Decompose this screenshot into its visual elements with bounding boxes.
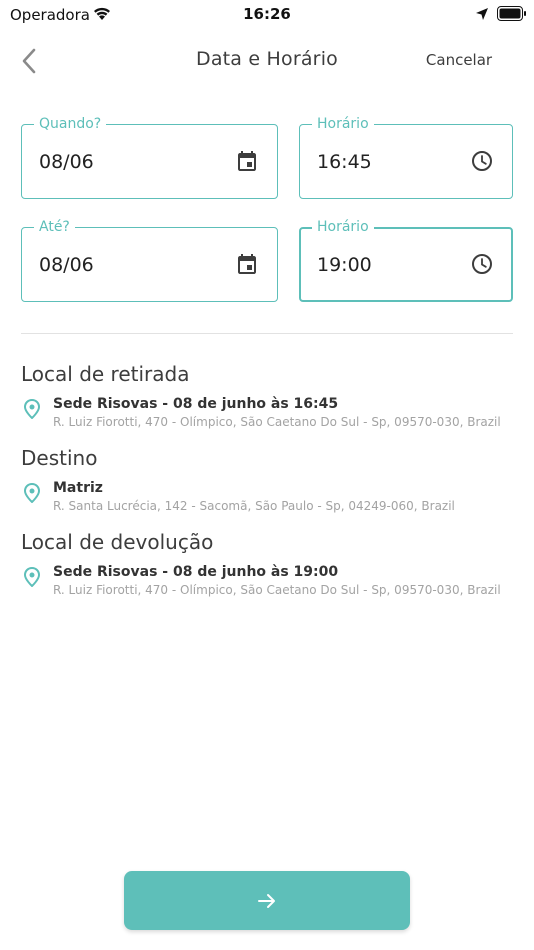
arrow-right-icon [258, 894, 275, 908]
divider [21, 333, 513, 334]
start-date-field[interactable]: Quando? 08/06 [21, 115, 278, 199]
destination-name: Matriz [53, 480, 103, 496]
clock-icon [472, 151, 492, 171]
start-time-field[interactable]: Horário 16:45 [299, 115, 513, 199]
end-time-value: 19:00 [317, 254, 372, 276]
pickup-address: R. Luiz Fiorotti, 470 - Olímpico, São Ca… [53, 415, 501, 429]
pickup-location[interactable]: Sede Risovas - 08 de junho às 16:45 R. L… [21, 396, 521, 432]
status-bar: Operadora 16:26 [0, 0, 534, 30]
status-time: 16:26 [243, 5, 291, 23]
start-time-label: Horário [312, 115, 374, 133]
battery-icon [497, 6, 526, 21]
return-name: Sede Risovas - 08 de junho às 19:00 [53, 564, 339, 580]
pickup-section-title: Local de retirada [21, 362, 190, 386]
clock-icon [472, 254, 492, 274]
calendar-icon [238, 254, 256, 274]
pickup-name: Sede Risovas - 08 de junho às 16:45 [53, 396, 339, 412]
destination-address: R. Santa Lucrécia, 142 - Sacomã, São Pau… [53, 499, 455, 513]
start-date-label: Quando? [34, 115, 107, 133]
calendar-icon [238, 151, 256, 171]
end-date-value: 08/06 [39, 254, 94, 276]
next-button[interactable] [124, 871, 410, 930]
location-pin-icon [23, 399, 41, 419]
start-date-value: 08/06 [39, 151, 94, 173]
destination-section-title: Destino [21, 446, 98, 470]
return-section-title: Local de devolução [21, 530, 214, 554]
end-time-field[interactable]: Horário 19:00 [299, 218, 513, 302]
return-location[interactable]: Sede Risovas - 08 de junho às 19:00 R. L… [21, 564, 521, 600]
location-pin-icon [23, 483, 41, 503]
return-address: R. Luiz Fiorotti, 470 - Olímpico, São Ca… [53, 583, 501, 597]
destination-location[interactable]: Matriz R. Santa Lucrécia, 142 - Sacomã, … [21, 480, 521, 516]
cancel-button[interactable]: Cancelar [420, 51, 498, 69]
location-pin-icon [23, 567, 41, 587]
end-date-field[interactable]: Até? 08/06 [21, 218, 278, 302]
end-date-label: Até? [34, 218, 75, 236]
start-time-value: 16:45 [317, 151, 372, 173]
end-time-label: Horário [312, 218, 374, 236]
location-arrow-icon [476, 8, 488, 20]
